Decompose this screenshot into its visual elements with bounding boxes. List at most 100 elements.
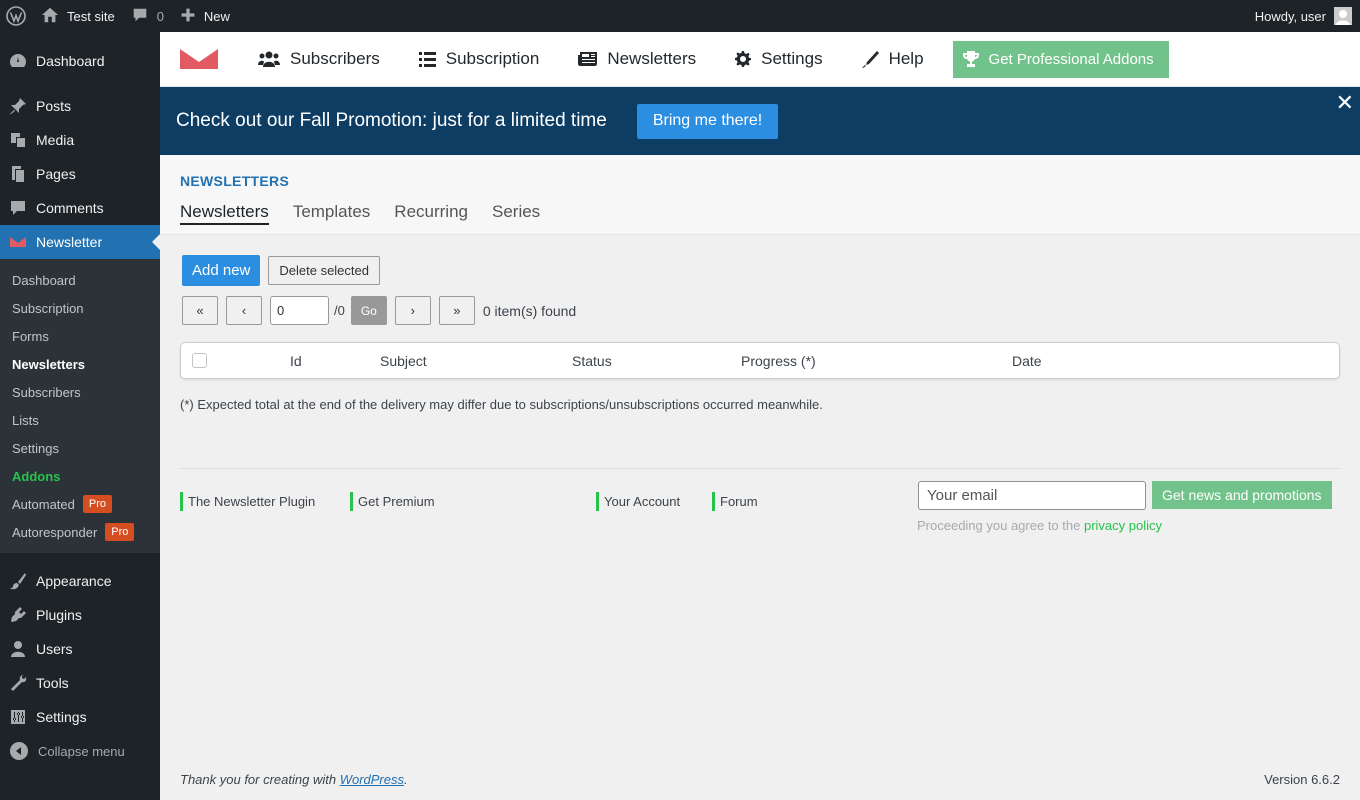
column-header-subject[interactable]: Subject xyxy=(380,353,427,369)
column-header-status[interactable]: Status xyxy=(572,353,612,369)
submenu-item-addons[interactable]: Addons xyxy=(0,462,160,490)
nav-label-help: Help xyxy=(888,49,924,68)
get-pro-addons-label: Get Professional Addons xyxy=(988,50,1154,68)
wp-footer: Thank you for creating with WordPress. V… xyxy=(180,772,1340,787)
comments-count: 0 xyxy=(156,8,164,24)
page-number-input[interactable] xyxy=(270,296,329,325)
plus-icon xyxy=(180,7,196,26)
promo-text: Check out our Fall Promotion: just for a… xyxy=(176,110,607,131)
submenu-item-lists[interactable]: Lists xyxy=(0,406,160,434)
new-label: New xyxy=(203,8,230,24)
avatar xyxy=(1334,7,1352,25)
user-icon xyxy=(11,641,25,657)
submenu-item-automated[interactable]: Automated Pro xyxy=(0,490,160,518)
comments-link[interactable]: 0 xyxy=(123,0,172,32)
footer-thanks: Thank you for creating with WordPress. xyxy=(180,772,408,787)
sidebar-item-tools[interactable]: Tools xyxy=(0,666,160,700)
sidebar-label-plugins: Plugins xyxy=(36,607,82,623)
new-content-link[interactable]: New xyxy=(172,0,238,32)
bring-me-there-button[interactable]: Bring me there! xyxy=(636,103,779,139)
next-page-button[interactable]: › xyxy=(394,296,431,325)
nav-help[interactable]: Help xyxy=(861,49,924,69)
column-header-progress[interactable]: Progress (*) xyxy=(741,353,816,369)
sidebar-label-media: Media xyxy=(36,132,75,148)
privacy-policy-link[interactable]: privacy policy xyxy=(1084,518,1162,533)
tab-recurring[interactable]: Recurring xyxy=(394,202,468,225)
newsletter-logo-icon[interactable] xyxy=(180,49,218,69)
trophy-icon xyxy=(962,51,979,67)
sidebar-item-plugins[interactable]: Plugins xyxy=(0,598,160,632)
last-page-button[interactable]: » xyxy=(438,296,475,325)
sidebar-item-comments[interactable]: Comments xyxy=(0,191,160,225)
users-icon xyxy=(258,51,280,67)
pen-icon xyxy=(861,50,879,68)
promo-banner: Check out our Fall Promotion: just for a… xyxy=(160,87,1360,155)
privacy-prefix: Proceeding you agree to the xyxy=(917,518,1081,533)
add-new-button[interactable]: Add new xyxy=(182,255,261,286)
close-icon[interactable]: ✕ xyxy=(1336,92,1354,114)
sidebar-item-media[interactable]: Media xyxy=(0,123,160,157)
submenu-item-subscription[interactable]: Subscription xyxy=(0,294,160,322)
sidebar-item-pages[interactable]: Pages xyxy=(0,157,160,191)
sidebar-item-appearance[interactable]: Appearance xyxy=(0,564,160,598)
pages-icon xyxy=(12,166,24,182)
site-name-link[interactable]: Test site xyxy=(33,0,123,32)
list-icon xyxy=(418,51,436,67)
tab-newsletters[interactable]: Newsletters xyxy=(180,202,269,225)
footer-link-newsletter-plugin[interactable]: The Newsletter Plugin xyxy=(180,492,315,511)
sidebar-label-appearance: Appearance xyxy=(36,573,112,589)
first-page-button[interactable]: « xyxy=(182,296,218,325)
howdy-text: Howdy, user xyxy=(1254,8,1326,24)
nav-label-subscription: Subscription xyxy=(445,49,540,68)
newsletters-table: Id Subject Status Progress (*) Date xyxy=(180,342,1340,379)
column-header-id[interactable]: Id xyxy=(290,353,302,369)
nav-label-subscribers: Subscribers xyxy=(290,49,380,68)
submenu-item-settings[interactable]: Settings xyxy=(0,434,160,462)
tab-templates[interactable]: Templates xyxy=(293,202,370,225)
footer-link-forum[interactable]: Forum xyxy=(712,492,758,511)
nav-newsletters[interactable]: Newsletters xyxy=(578,49,696,69)
sidebar-label-settings: Settings xyxy=(36,709,87,725)
sidebar-item-posts[interactable]: Posts xyxy=(0,89,160,123)
pro-badge: Pro xyxy=(105,523,135,541)
submenu-item-subscribers[interactable]: Subscribers xyxy=(0,378,160,406)
nav-label-newsletters: Newsletters xyxy=(607,49,697,68)
column-header-date[interactable]: Date xyxy=(1012,353,1042,369)
paintbrush-icon xyxy=(10,573,26,590)
sidebar-item-newsletter[interactable]: Newsletter xyxy=(0,225,160,259)
admin-bar: Test site 0 New Howdy, user xyxy=(0,0,1360,32)
nav-settings[interactable]: Settings xyxy=(735,49,823,69)
sidebar-label-pages: Pages xyxy=(36,166,76,182)
submenu-item-dashboard[interactable]: Dashboard xyxy=(0,266,160,294)
my-account-link[interactable]: Howdy, user xyxy=(1247,0,1360,32)
main-content: Subscribers Subscription Newsletters Set… xyxy=(160,32,1360,800)
newsletter-header: Subscribers Subscription Newsletters Set… xyxy=(160,32,1360,87)
privacy-notice: Proceeding you agree to the privacy poli… xyxy=(917,518,1162,533)
wordpress-logo-icon[interactable] xyxy=(0,0,33,32)
nav-subscription[interactable]: Subscription xyxy=(418,49,540,69)
footer-link-your-account[interactable]: Your Account xyxy=(596,492,680,511)
submenu-item-newsletters[interactable]: Newsletters xyxy=(0,350,160,378)
email-input[interactable]: Your email xyxy=(918,481,1146,510)
prev-page-button[interactable]: ‹ xyxy=(226,296,262,325)
page-tabs: Newsletters Templates Recurring Series xyxy=(180,202,564,225)
tab-series[interactable]: Series xyxy=(492,202,540,225)
nav-subscribers[interactable]: Subscribers xyxy=(258,49,380,69)
delete-selected-button[interactable]: Delete selected xyxy=(268,256,380,285)
get-news-button[interactable]: Get news and promotions xyxy=(1152,481,1332,509)
pagination: « ‹ /0 Go › » 0 item(s) found xyxy=(182,296,576,325)
sidebar-item-users[interactable]: Users xyxy=(0,632,160,666)
sidebar-label-tools: Tools xyxy=(36,675,69,691)
sidebar-item-dashboard[interactable]: Dashboard xyxy=(0,44,160,78)
submenu-item-forms[interactable]: Forms xyxy=(0,322,160,350)
go-button[interactable]: Go xyxy=(350,296,387,325)
sidebar-item-settings[interactable]: Settings xyxy=(0,700,160,734)
wordpress-link[interactable]: WordPress xyxy=(340,772,404,787)
newspaper-icon xyxy=(578,52,598,66)
select-all-checkbox[interactable] xyxy=(192,353,207,368)
collapse-menu-button[interactable]: Collapse menu xyxy=(0,734,160,768)
get-pro-addons-button[interactable]: Get Professional Addons xyxy=(952,40,1169,78)
footer-link-get-premium[interactable]: Get Premium xyxy=(350,492,435,511)
collapse-arrow-icon xyxy=(10,742,28,760)
submenu-item-autoresponder[interactable]: Autoresponder Pro xyxy=(0,518,160,546)
